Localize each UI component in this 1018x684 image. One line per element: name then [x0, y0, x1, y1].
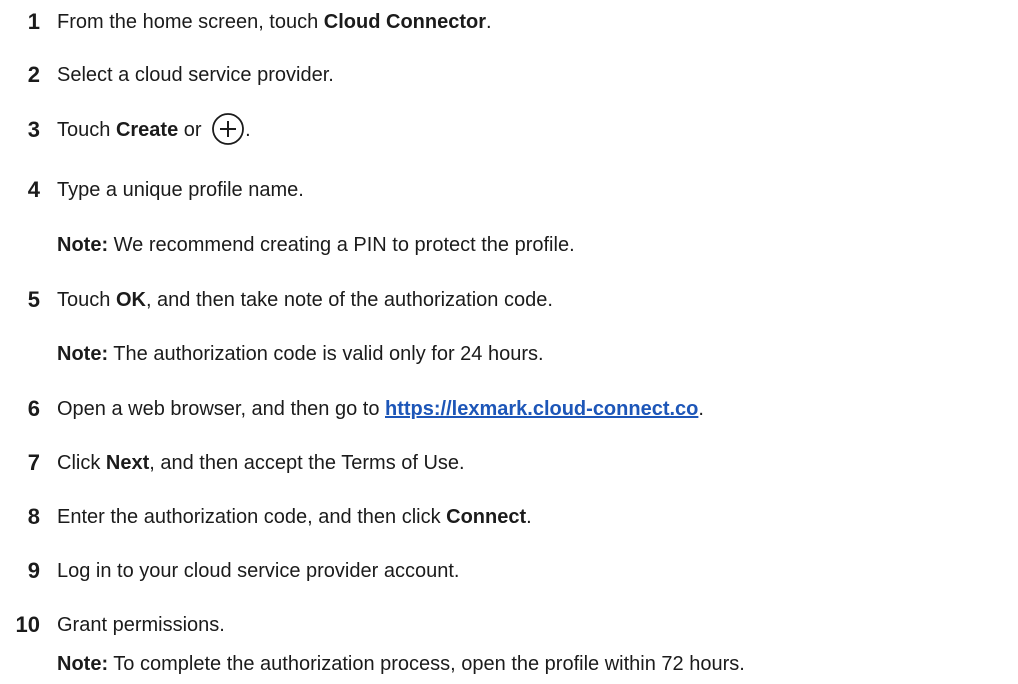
step-text: Log in to your cloud service provider ac… — [57, 560, 460, 582]
step-6: 6 Open a web browser, and then go to htt… — [0, 389, 1018, 429]
step-7: 7 Click Next, and then accept the Terms … — [0, 443, 1018, 483]
step-number: 9 — [27, 558, 40, 583]
step-text-part: Open a web browser, and then go to — [57, 398, 385, 420]
instruction-document: 1 From the home screen, touch Cloud Conn… — [0, 0, 1018, 684]
note-3: Note: To complete the authorization proc… — [0, 644, 1018, 684]
step-text-part: , and then accept the Terms of Use. — [149, 452, 465, 474]
note-body: To complete the authorization process, o… — [108, 653, 745, 675]
step-number: 1 — [27, 9, 40, 34]
step-number: 6 — [27, 396, 40, 421]
step-text-part: or — [178, 119, 208, 141]
step-text: Enter the authorization code, and then c… — [57, 497, 532, 537]
step-text-part: Click — [57, 452, 106, 474]
ok-label: OK — [115, 289, 146, 311]
step-text: Click Next, and then accept the Terms of… — [57, 443, 465, 483]
next-label: Next — [105, 452, 150, 474]
step-number: 8 — [27, 504, 40, 529]
step-text-part: . — [245, 119, 251, 141]
step-number: 3 — [27, 117, 40, 142]
step-number: 10 — [15, 612, 40, 637]
step-text-part: . — [526, 506, 532, 528]
step-text: Type a unique profile name. — [57, 179, 304, 201]
cloud-connector-label: Cloud Connector — [323, 11, 487, 33]
step-number: 4 — [27, 177, 40, 202]
step-text: Open a web browser, and then go to https… — [57, 389, 704, 429]
step-1: 1 From the home screen, touch Cloud Conn… — [0, 2, 1018, 42]
step-text-part: Touch — [57, 289, 116, 311]
connect-label: Connect — [446, 506, 527, 528]
note-1: Note: We recommend creating a PIN to pro… — [0, 225, 1018, 265]
note-label: Note: — [57, 653, 109, 675]
note-text: Note: The authorization code is valid on… — [57, 334, 544, 374]
step-8: 8 Enter the authorization code, and then… — [0, 497, 1018, 537]
step-text-part: From the home screen, touch — [57, 11, 324, 33]
note-text: Note: We recommend creating a PIN to pro… — [57, 225, 575, 265]
note-text: Note: To complete the authorization proc… — [57, 644, 745, 684]
step-number: 7 — [27, 450, 40, 475]
step-text-part: , and then take note of the authorizatio… — [145, 289, 553, 311]
step-4: 4 Type a unique profile name. — [0, 170, 1018, 210]
step-text-part: . — [486, 11, 492, 33]
step-text-part: . — [698, 398, 704, 420]
step-text: Touch Create or . — [57, 110, 251, 150]
note-body: We recommend creating a PIN to protect t… — [108, 234, 575, 256]
step-3: 3 Touch Create or . — [0, 110, 1018, 150]
step-2: 2 Select a cloud service provider. — [0, 55, 1018, 95]
step-text-part: Touch — [57, 119, 116, 141]
note-body: The authorization code is valid only for… — [108, 343, 544, 365]
step-9: 9 Log in to your cloud service provider … — [0, 551, 1018, 591]
step-text: From the home screen, touch Cloud Connec… — [57, 2, 492, 42]
step-text: Grant permissions. — [57, 614, 225, 636]
plus-circle-icon — [212, 113, 245, 145]
note-2: Note: The authorization code is valid on… — [0, 334, 1018, 374]
step-text: Select a cloud service provider. — [57, 64, 334, 86]
step-number: 5 — [27, 287, 40, 312]
step-text: Touch OK, and then take note of the auth… — [57, 280, 553, 320]
step-number: 2 — [27, 62, 40, 87]
note-label: Note: — [57, 234, 109, 256]
step-text-part: Enter the authorization code, and then c… — [57, 506, 447, 528]
step-10: 10 Grant permissions. — [0, 605, 1018, 645]
step-5: 5 Touch OK, and then take note of the au… — [0, 280, 1018, 320]
note-label: Note: — [57, 343, 109, 365]
create-label: Create — [115, 119, 179, 141]
lexmark-cloud-connect-link[interactable]: https://lexmark.cloud-connect.co — [385, 398, 698, 420]
